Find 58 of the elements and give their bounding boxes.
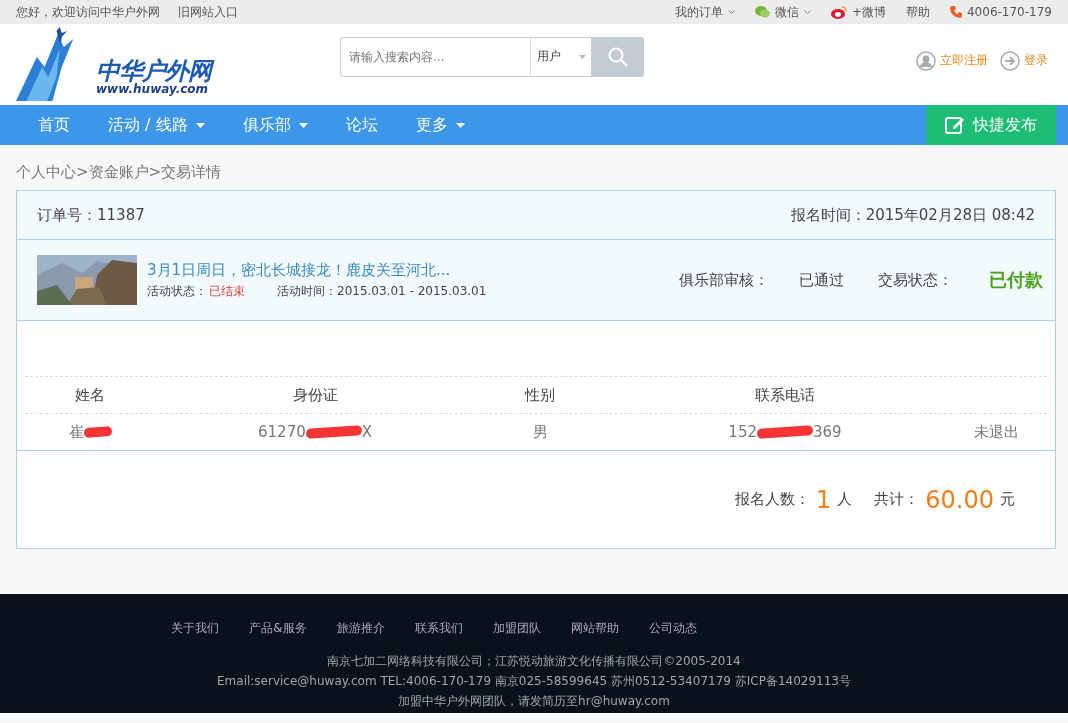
table-cell: 369: [813, 423, 842, 441]
footer-link[interactable]: 旅游推介: [336, 620, 385, 637]
review-label: 俱乐部审核：: [679, 270, 769, 290]
total-amount: 60.00: [925, 485, 994, 514]
activity-status: 已结束: [209, 282, 245, 300]
eye-icon: [830, 5, 847, 19]
caret-icon: [579, 54, 586, 59]
table-cell: 61270: [258, 423, 306, 441]
table-cell: X: [361, 423, 372, 441]
activity-status-label: 活动状态：: [147, 282, 207, 300]
count-label: 报名人数：: [735, 490, 810, 509]
column-header: 联系电话: [754, 385, 816, 405]
user-icon: [916, 50, 936, 71]
old-site-link[interactable]: 旧网站入口: [178, 3, 238, 21]
top-link[interactable]: 微信: [774, 3, 799, 21]
top-link[interactable]: 我的订单: [674, 3, 723, 21]
participant-state: 未退出: [974, 422, 1019, 442]
search-icon: [608, 46, 628, 67]
footer-text: 南京七加二网络科技有限公司；江苏悦动旅游文化传播有限公司©2005-2014: [327, 653, 741, 670]
table-cell: 崔: [68, 422, 84, 442]
activity-title-link[interactable]: 3月1日周日，密北长城接龙！鹿皮关至河北...: [147, 260, 487, 280]
activity-time: 活动时间：2015.03.01 - 2015.03.01: [277, 282, 487, 300]
breadcrumb: 个人中心>资金账户>交易详情: [16, 163, 223, 182]
column-header: 身份证: [291, 385, 339, 405]
footer-link[interactable]: 加盟团队: [492, 620, 541, 637]
participant-count: 1: [816, 485, 832, 514]
caret-icon: [727, 9, 735, 15]
signup-time: 报名时间：2015年02月28日 08:42: [790, 205, 1035, 225]
top-link[interactable]: +微博: [851, 3, 886, 21]
greeting-text: 您好，欢迎访问中华户外网: [16, 3, 160, 21]
trade-label: 交易状态：: [878, 270, 953, 290]
scope-dropdown[interactable]: 用户: [530, 36, 592, 77]
phone-number: 4006-170-179: [967, 5, 1052, 19]
footer-text: Email:service@huway.com TEL:4006-170-179 南京025-58599645 苏州0512-53407179 苏ICP备14029113号: [217, 673, 851, 690]
phone-icon: [950, 6, 962, 18]
edit-icon: [945, 115, 965, 135]
column-header: 性别: [523, 385, 556, 405]
footer-link[interactable]: 联系我们: [414, 620, 463, 637]
column-header: 姓名: [74, 385, 106, 405]
top-link[interactable]: 帮助: [906, 3, 930, 21]
footer-link[interactable]: 公司动态: [648, 620, 697, 637]
currency-unit: 元: [1000, 490, 1015, 509]
chat-icon: [754, 6, 770, 18]
count-unit: 人: [837, 490, 853, 509]
review-status: 已通过: [799, 270, 844, 290]
total-label: 共计：: [874, 490, 920, 509]
footer-link[interactable]: 关于我们: [171, 620, 220, 637]
footer-link[interactable]: 网站帮助: [570, 620, 619, 637]
order-number: 订单号：11387: [37, 205, 145, 225]
footer-text: 加盟中华户外网团队，请发简历至hr@huway.com: [398, 693, 670, 710]
search-button[interactable]: [592, 36, 644, 77]
table-cell: 152: [728, 423, 757, 441]
search-field[interactable]: 请输入搜索内容...: [340, 36, 530, 77]
table-cell: 男: [532, 422, 548, 442]
caret-icon: [803, 9, 811, 15]
logo-url: www.huway.com: [96, 82, 209, 95]
trade-status: 已付款: [989, 268, 1043, 292]
footer-link[interactable]: 产品&服务: [249, 620, 307, 637]
